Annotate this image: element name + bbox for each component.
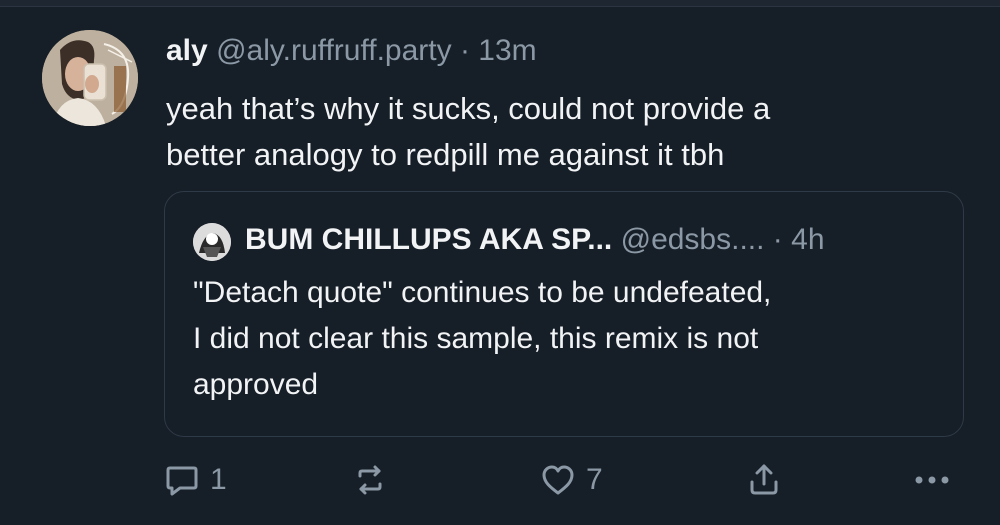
- post-text-line: yeah that’s why it sucks, could not prov…: [166, 91, 771, 126]
- post-text: yeah that’s why it sucks, could not prov…: [166, 86, 966, 178]
- quote-handle[interactable]: @edsbs....: [621, 223, 765, 256]
- post-timestamp[interactable]: 13m: [478, 34, 536, 67]
- author-handle[interactable]: @aly.ruffruff.party: [216, 34, 452, 67]
- quote-avatar: [193, 223, 231, 261]
- like-count: 7: [586, 463, 603, 496]
- share-button[interactable]: [746, 455, 782, 505]
- header-separator: ·: [451, 34, 479, 67]
- repost-button[interactable]: [352, 455, 388, 505]
- share-icon: [746, 462, 782, 498]
- more-options-button[interactable]: [912, 455, 952, 505]
- action-bar: 1 7: [0, 455, 1000, 505]
- reply-count: 1: [210, 463, 227, 496]
- post-text-line: better analogy to redpill me against it …: [166, 137, 725, 172]
- post-header: aly @aly.ruffruff.party · 13m: [166, 31, 537, 71]
- quote-header: BUM CHILLUPS AKA SP... @edsbs.... · 4h: [245, 220, 825, 260]
- quote-text-line: I did not clear this sample, this remix …: [193, 322, 759, 355]
- like-button[interactable]: 7: [540, 455, 603, 505]
- more-icon: [912, 462, 952, 498]
- reply-button[interactable]: 1: [164, 455, 227, 505]
- post-page: aly @aly.ruffruff.party · 13m yeah that’…: [0, 0, 1000, 525]
- quote-text-line: approved: [193, 368, 319, 401]
- author-name[interactable]: aly: [166, 34, 208, 67]
- quote-separator: ·: [764, 223, 792, 256]
- quote-text: "Detach quote" continues to be undefeate…: [193, 270, 953, 408]
- top-divider: [0, 0, 1000, 7]
- repost-icon: [352, 462, 388, 498]
- quote-card[interactable]: BUM CHILLUPS AKA SP... @edsbs.... · 4h "…: [164, 191, 964, 437]
- avatar[interactable]: [42, 30, 138, 126]
- heart-icon: [540, 462, 576, 498]
- quote-author-name[interactable]: BUM CHILLUPS AKA SP...: [245, 223, 612, 256]
- quote-timestamp[interactable]: 4h: [791, 223, 824, 256]
- reply-icon: [164, 462, 200, 498]
- quote-text-line: "Detach quote" continues to be undefeate…: [193, 276, 772, 309]
